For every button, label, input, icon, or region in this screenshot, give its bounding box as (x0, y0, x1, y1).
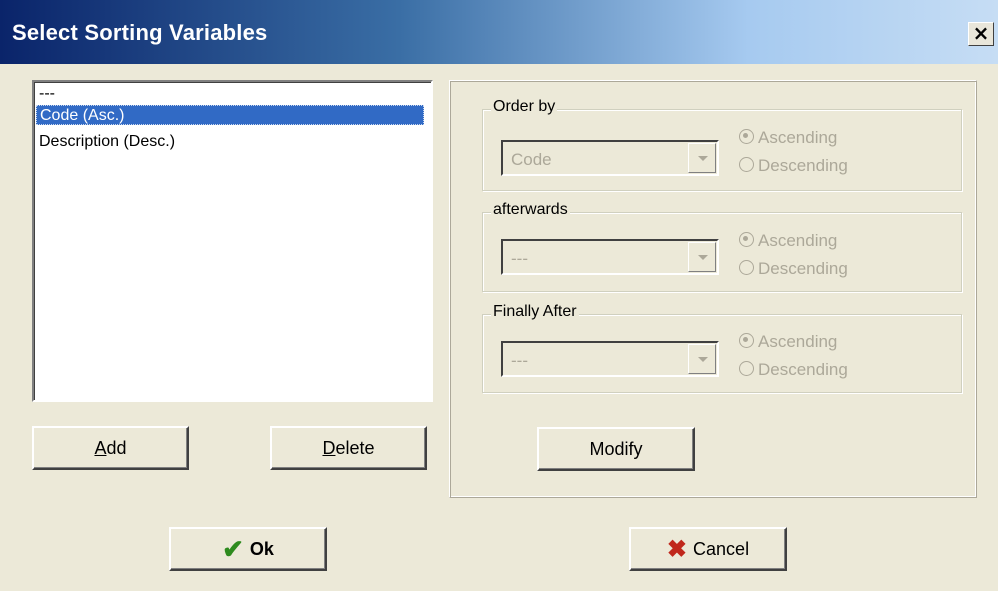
radio-label: Descending (758, 360, 848, 379)
order-by-select-value: Code (511, 150, 552, 169)
radio-checked-icon (739, 232, 754, 247)
list-item[interactable]: Description (Desc.) (36, 132, 175, 152)
list-item[interactable]: --- (36, 84, 55, 104)
afterwards-descending-radio[interactable]: Descending (739, 259, 848, 279)
modify-button[interactable]: Modify (537, 427, 695, 471)
title-bar[interactable]: Select Sorting Variables × (0, 0, 998, 64)
add-mnemonic: A (94, 438, 107, 458)
delete-button-label: elete (335, 438, 375, 458)
close-button[interactable]: × (968, 22, 994, 46)
afterwards-select-value: --- (511, 249, 528, 268)
ok-button[interactable]: ✔ Ok (169, 527, 327, 571)
finally-after-ascending-radio[interactable]: Ascending (739, 332, 837, 352)
afterwards-label: afterwards (491, 201, 570, 219)
radio-label: Descending (758, 259, 848, 278)
finally-after-label: Finally After (491, 303, 579, 321)
chevron-down-icon[interactable] (688, 344, 716, 374)
list-item-selected[interactable]: Code (Asc.) (36, 105, 424, 125)
radio-label: Ascending (758, 231, 838, 250)
order-by-ascending-radio[interactable]: Ascending (739, 128, 837, 148)
add-button-label: dd (106, 438, 127, 458)
finally-after-descending-radio[interactable]: Descending (739, 360, 848, 380)
afterwards-select[interactable]: --- (501, 239, 719, 275)
add-button[interactable]: Add (32, 426, 189, 470)
finally-after-select[interactable]: --- (501, 341, 719, 377)
finally-after-select-value: --- (511, 351, 528, 370)
order-by-group: Order by Code Ascending Descending (482, 98, 962, 191)
sort-variables-list[interactable]: --- Code (Asc.) Description (Desc.) (32, 80, 433, 402)
dialog-title: Select Sorting Variables (12, 20, 268, 45)
radio-unchecked-icon (739, 260, 754, 275)
delete-mnemonic: D (322, 438, 336, 458)
radio-label: Ascending (758, 128, 838, 147)
afterwards-ascending-radio[interactable]: Ascending (739, 231, 837, 251)
radio-unchecked-icon (739, 361, 754, 376)
select-sorting-variables-dialog: Select Sorting Variables × --- Code (Asc… (0, 0, 998, 591)
finally-after-group: Finally After --- Ascending Descending (482, 303, 962, 393)
cancel-button[interactable]: ✖ Cancel (629, 527, 787, 571)
radio-checked-icon (739, 129, 754, 144)
ok-button-label: Ok (249, 539, 274, 559)
radio-label: Ascending (758, 332, 838, 351)
afterwards-group: afterwards --- Ascending Descending (482, 201, 962, 292)
radio-unchecked-icon (739, 157, 754, 172)
chevron-down-icon[interactable] (688, 143, 716, 173)
radio-checked-icon (739, 333, 754, 348)
cancel-button-label: Cancel (693, 539, 750, 559)
order-by-label: Order by (491, 98, 558, 116)
x-icon: ✖ (666, 536, 688, 563)
order-by-select[interactable]: Code (501, 140, 719, 176)
sort-settings-panel: Order by Code Ascending Descending after… (449, 80, 977, 498)
radio-label: Descending (758, 156, 848, 175)
check-icon: ✔ (222, 534, 244, 564)
chevron-down-icon[interactable] (688, 242, 716, 272)
order-by-descending-radio[interactable]: Descending (739, 156, 848, 176)
delete-button[interactable]: Delete (270, 426, 427, 470)
